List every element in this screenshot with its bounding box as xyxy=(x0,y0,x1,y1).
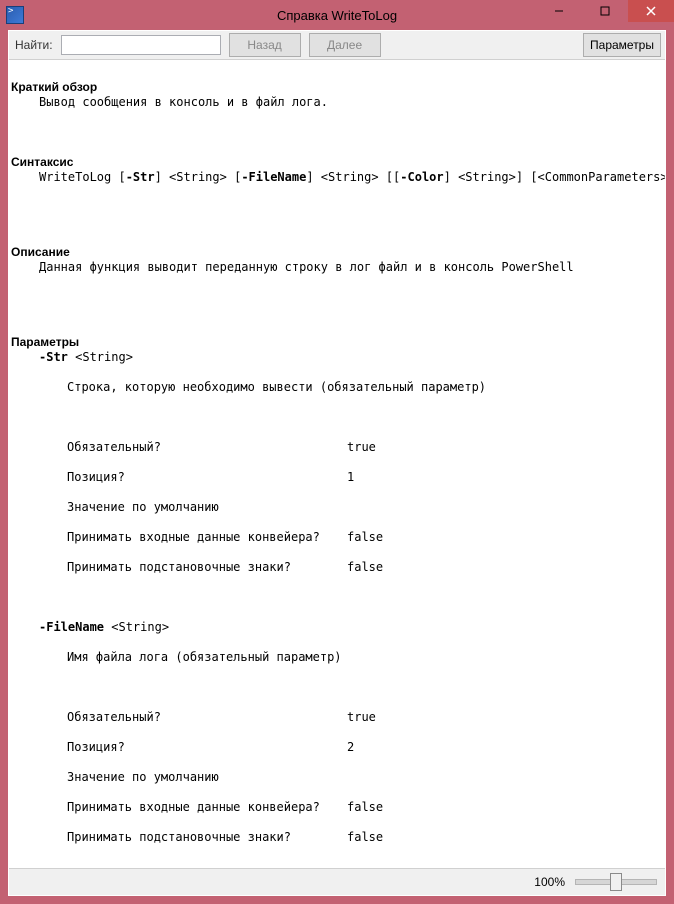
desc-text: Данная функция выводит переданную строку… xyxy=(11,260,663,275)
param-filename-required: Обязательный?true xyxy=(11,710,663,725)
section-desc-head: Описание xyxy=(11,245,70,259)
param-filename-position: Позиция?2 xyxy=(11,740,663,755)
param-filename-wildcard: Принимать подстановочные знаки?false xyxy=(11,830,663,845)
section-overview-head: Краткий обзор xyxy=(11,80,97,94)
toolbar: Найти: Назад Далее Параметры xyxy=(9,31,665,60)
parameters-button[interactable]: Параметры xyxy=(583,33,661,57)
param-str-head: -Str <String> xyxy=(11,350,663,365)
close-button[interactable] xyxy=(628,0,674,22)
zoom-label: 100% xyxy=(534,875,565,889)
find-label: Найти: xyxy=(13,38,53,52)
param-str-pipeline: Принимать входные данные конвейера?false xyxy=(11,530,663,545)
find-input[interactable] xyxy=(61,35,221,55)
zoom-slider[interactable] xyxy=(575,879,657,885)
next-button[interactable]: Далее xyxy=(309,33,381,57)
overview-text: Вывод сообщения в консоль и в файл лога. xyxy=(11,95,663,110)
param-str-required: Обязательный?true xyxy=(11,440,663,455)
statusbar: 100% xyxy=(9,868,665,895)
section-params-head: Параметры xyxy=(11,335,79,349)
zoom-thumb[interactable] xyxy=(610,873,622,891)
back-button[interactable]: Назад xyxy=(229,33,301,57)
param-filename-head: -FileName <String> xyxy=(11,620,663,635)
param-filename-default: Значение по умолчанию xyxy=(11,770,663,785)
param-str-position: Позиция?1 xyxy=(11,470,663,485)
param-filename-pipeline: Принимать входные данные конвейера?false xyxy=(11,800,663,815)
param-str-desc: Строка, которую необходимо вывести (обяз… xyxy=(11,380,663,395)
app-icon xyxy=(6,6,24,24)
maximize-button[interactable] xyxy=(582,0,628,22)
titlebar: Справка WriteToLog xyxy=(0,0,674,30)
syntax-text: WriteToLog [-Str] <String> [-FileName] <… xyxy=(11,170,663,185)
section-syntax-head: Синтаксис xyxy=(11,155,73,169)
param-str-default: Значение по умолчанию xyxy=(11,500,663,515)
param-str-wildcard: Принимать подстановочные знаки?false xyxy=(11,560,663,575)
help-content: Краткий обзор Вывод сообщения в консоль … xyxy=(9,59,665,869)
param-filename-desc: Имя файла лога (обязательный параметр) xyxy=(11,650,663,665)
minimize-button[interactable] xyxy=(536,0,582,22)
